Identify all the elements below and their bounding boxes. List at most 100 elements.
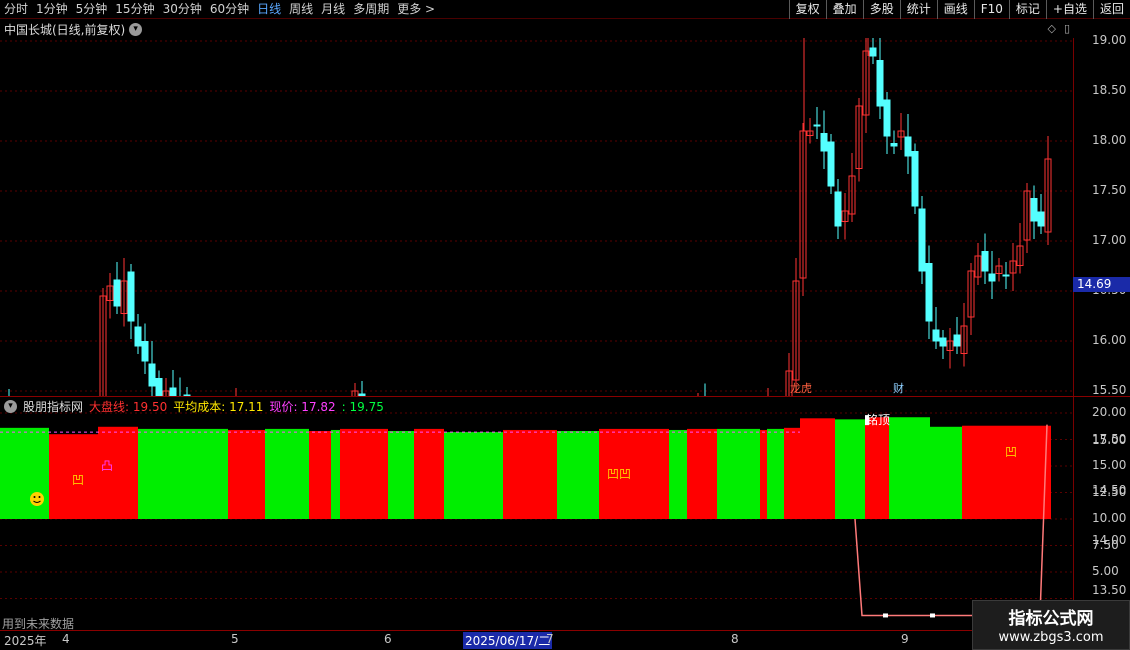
period-tab[interactable]: 更多 >: [393, 0, 439, 19]
indicator-chart[interactable]: 凹凸凹凹凹铭顶: [0, 396, 1073, 630]
regime-block: [0, 427, 49, 519]
candle-body: [890, 143, 898, 147]
toolbar-button[interactable]: 叠加: [825, 0, 863, 19]
smiley-icon: [30, 492, 44, 506]
watermark-title: 指标公式网: [1008, 609, 1094, 629]
candle-body: [911, 151, 919, 207]
regime-block: [760, 429, 767, 519]
signal-icon: 凸: [101, 459, 113, 473]
last-price-tag: 14.69: [1073, 277, 1130, 292]
right-toolbar: 复权 叠加 多股 统计 画线 F10 标记 +自选 返回: [788, 0, 1130, 19]
candle-body: [127, 271, 135, 322]
regime-block: [800, 418, 835, 519]
period-toolbar: 分时 1分钟 5分钟 15分钟 30分钟 60分钟 日线 周线 月线 多周期 更多 > 复权 叠加 多股…: [0, 0, 1130, 19]
price-axis: 19.0018.5018.0017.5017.0016.5016.0015.50…: [1073, 33, 1130, 647]
regime-block: [784, 427, 800, 519]
month-label: 5: [231, 632, 239, 646]
period-tab[interactable]: 日线: [253, 0, 285, 19]
regime-block: [669, 429, 687, 519]
period-tab[interactable]: 30分钟: [159, 0, 206, 19]
candlestick-chart[interactable]: ← 19.75← 13.01龙虎财: [0, 38, 1073, 396]
candle-body: [113, 279, 121, 307]
avg-cost-value: 平均成本: 17.11: [173, 400, 264, 414]
period-tab[interactable]: 1分钟: [32, 0, 72, 19]
stock-title: 中国长城(日线,前复权): [4, 23, 126, 37]
regime-block: [687, 428, 717, 519]
regime-block: [930, 426, 962, 519]
price-tick: 18.00: [1092, 133, 1127, 147]
regime-block: [717, 428, 760, 519]
smiley-eye: [38, 496, 41, 498]
diamond-icon[interactable]: ◇: [1047, 22, 1055, 35]
candle-body: [134, 326, 142, 347]
indicator-dropdown-icon[interactable]: ▾: [4, 400, 17, 413]
toolbar-button[interactable]: 复权: [788, 0, 826, 19]
indicator-header: ▾ 股朋指标网 大盘线: 19.50 平均成本: 17.11 现价: 17.82…: [4, 398, 384, 415]
period-tab[interactable]: 5分钟: [72, 0, 112, 19]
toolbar-button[interactable]: 多股: [862, 0, 900, 19]
indicator-tick: 15.00: [1092, 458, 1127, 472]
regime-block: [340, 428, 388, 519]
regime-block: [557, 431, 599, 519]
regime-block: [331, 429, 340, 519]
extra-value: : 19.75: [341, 399, 384, 414]
period-tab[interactable]: 月线: [317, 0, 349, 19]
month-label: 4: [62, 632, 70, 646]
candle-body: [932, 329, 940, 342]
regime-block: [767, 428, 784, 519]
period-tabs: 分时 1分钟 5分钟 15分钟 30分钟 60分钟 日线 周线 月线 多周期 更多 >: [0, 0, 439, 19]
watermark-url: www.zbgs3.com: [998, 630, 1104, 645]
regime-block: [138, 428, 228, 519]
regime-block: [228, 429, 265, 519]
toolbar-button[interactable]: 返回: [1092, 0, 1130, 19]
toolbar-button[interactable]: 统计: [899, 0, 937, 19]
candle-body: [925, 263, 933, 322]
candle-body: [820, 133, 828, 152]
candle-body: [827, 141, 835, 187]
candle-body: [834, 191, 842, 227]
window-toggle-icon[interactable]: ▯: [1064, 22, 1070, 35]
signal-dot: [930, 613, 935, 618]
candle-body: [981, 251, 989, 272]
indicator-name[interactable]: 股朋指标网: [23, 398, 83, 415]
month-label: 7: [546, 632, 554, 646]
candle-body: [904, 136, 912, 157]
signal-icon: 凹凹: [607, 467, 631, 481]
toolbar-button[interactable]: +自选: [1045, 0, 1093, 19]
title-dropdown-icon[interactable]: ▾: [129, 23, 143, 36]
date-axis: 2025年 4 5 6 2025/06/17/二 7 8 9: [0, 630, 1130, 650]
regime-block: [265, 428, 309, 519]
month-label: 9: [901, 632, 909, 646]
indicator-tick: 12.50: [1092, 484, 1127, 499]
period-tab[interactable]: 15分钟: [111, 0, 158, 19]
signal-dot: [883, 613, 888, 618]
indicator-tick: 20.00: [1092, 405, 1127, 419]
period-tab[interactable]: 60分钟: [206, 0, 253, 19]
toolbar-button[interactable]: F10: [973, 0, 1009, 19]
indicator-axis: 20.00 17.50 15.00 12.50 10.00 7.50 5.00: [1073, 397, 1130, 630]
indicator-tick: 7.50: [1092, 537, 1119, 552]
candle-body: [813, 124, 821, 127]
period-tab[interactable]: 多周期: [349, 0, 393, 19]
toolbar-button[interactable]: 画线: [936, 0, 974, 19]
candle-body: [883, 99, 891, 137]
candle-body: [148, 363, 156, 387]
candle-body: [169, 387, 177, 396]
price-tick: 19.00: [1092, 33, 1127, 47]
regime-block: [503, 429, 557, 519]
price-tick: 17.50: [1092, 183, 1127, 197]
smiley-eye: [33, 496, 36, 498]
candle-body: [1030, 198, 1038, 222]
regime-block: [889, 417, 930, 519]
top-label: 铭顶: [866, 412, 890, 427]
period-tab[interactable]: 周线: [285, 0, 317, 19]
candle-body: [939, 337, 947, 347]
toolbar-button[interactable]: 标记: [1008, 0, 1046, 19]
indicator-tick: 5.00: [1092, 564, 1119, 578]
regime-block: [414, 428, 444, 519]
price-tick: 15.50: [1092, 383, 1127, 397]
month-label: 6: [384, 632, 392, 646]
candle-body: [869, 47, 877, 57]
period-tab[interactable]: 分时: [0, 0, 32, 19]
candle-body: [1002, 274, 1010, 277]
